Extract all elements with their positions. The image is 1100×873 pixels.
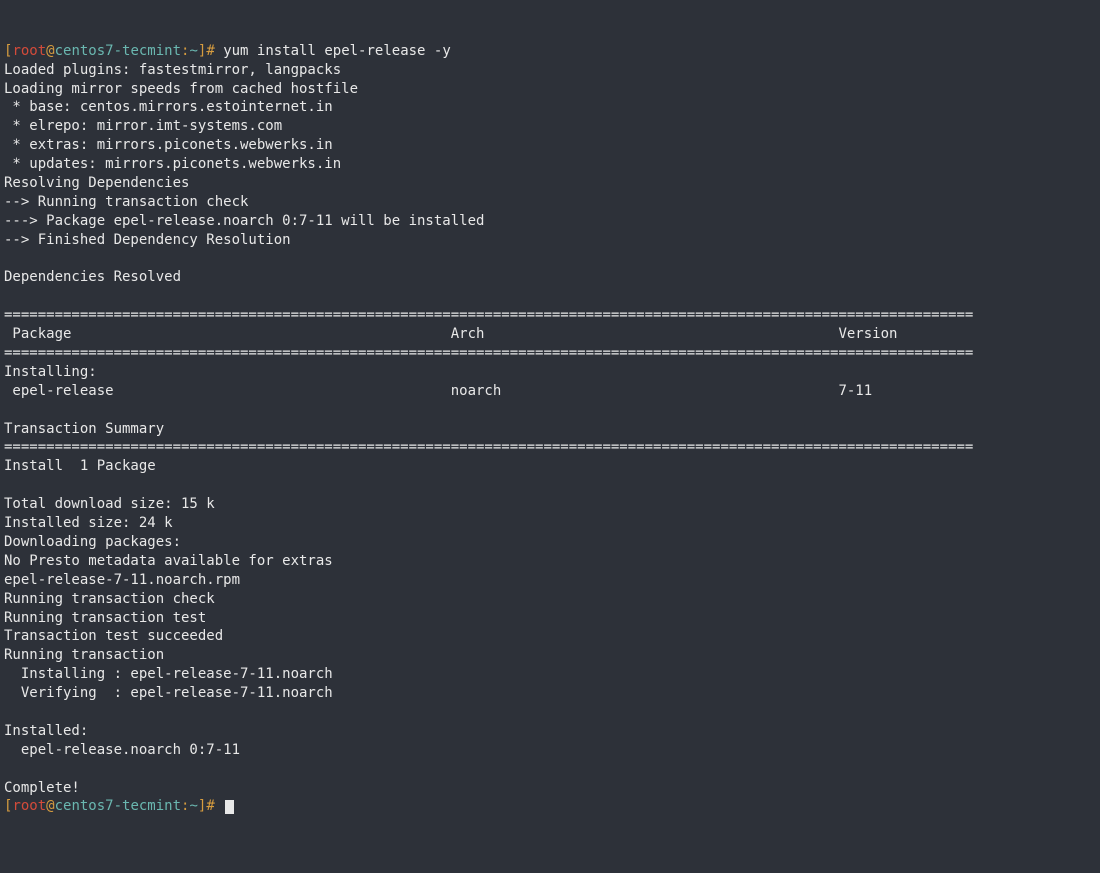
output-line: Installed: (4, 723, 88, 739)
output-line: Running transaction check (4, 591, 215, 607)
output-line: --> Running transaction check (4, 194, 248, 210)
output-line: Verifying : epel-release-7-11.noarch (4, 685, 333, 701)
output-line: Running transaction test (4, 610, 206, 626)
output-line: Installing : epel-release-7-11.noarch (4, 666, 333, 682)
prompt-user: root (12, 43, 46, 59)
output-line: Dependencies Resolved (4, 269, 181, 285)
prompt-host: centos7-tecmint (55, 43, 181, 59)
output-line: epel-release-7-11.noarch.rpm (4, 572, 240, 588)
terminal-output[interactable]: [root@centos7-tecmint:~]# yum install ep… (4, 42, 1096, 817)
output-line: Loading mirror speeds from cached hostfi… (4, 81, 358, 97)
prompt-at: @ (46, 798, 54, 814)
prompt-at: @ (46, 43, 54, 59)
table-row: epel-release noarch 7-11 (4, 383, 956, 399)
output-line: Complete! (4, 780, 80, 796)
output-line: ---> Package epel-release.noarch 0:7-11 … (4, 213, 484, 229)
prompt-close-bracket-hash: ]# (198, 43, 215, 59)
prompt-line-2[interactable]: [root@centos7-tecmint:~]# (4, 798, 234, 814)
output-line: Resolving Dependencies (4, 175, 189, 191)
command-text: yum install epel-release -y (215, 43, 451, 59)
output-line: Downloading packages: (4, 534, 181, 550)
output-line: * elrepo: mirror.imt-systems.com (4, 118, 282, 134)
table-header: Package Arch Version (4, 326, 956, 342)
prompt-cwd: ~ (189, 43, 197, 59)
prompt-user: root (12, 798, 46, 814)
output-line: Running transaction (4, 647, 164, 663)
output-line: Loaded plugins: fastestmirror, langpacks (4, 62, 341, 78)
output-line: * base: centos.mirrors.estointernet.in (4, 99, 333, 115)
output-line: Transaction Summary (4, 421, 164, 437)
prompt-cwd: ~ (189, 798, 197, 814)
prompt-close-bracket-hash: ]# (198, 798, 215, 814)
output-line: Total download size: 15 k (4, 496, 215, 512)
output-line: Installing: (4, 364, 97, 380)
output-line: epel-release.noarch 0:7-11 (4, 742, 240, 758)
separator-line: ========================================… (4, 439, 973, 455)
cursor-icon (225, 800, 234, 814)
separator-line: ========================================… (4, 307, 973, 323)
output-line: * extras: mirrors.piconets.webwerks.in (4, 137, 333, 153)
output-line: Transaction test succeeded (4, 628, 223, 644)
output-line: * updates: mirrors.piconets.webwerks.in (4, 156, 341, 172)
prompt-line-1: [root@centos7-tecmint:~]# yum install ep… (4, 43, 451, 59)
command-text[interactable] (215, 798, 223, 814)
prompt-host: centos7-tecmint (55, 798, 181, 814)
output-line: --> Finished Dependency Resolution (4, 232, 291, 248)
output-line: No Presto metadata available for extras (4, 553, 333, 569)
separator-line: ========================================… (4, 345, 973, 361)
output-line: Installed size: 24 k (4, 515, 173, 531)
output-line: Install 1 Package (4, 458, 156, 474)
